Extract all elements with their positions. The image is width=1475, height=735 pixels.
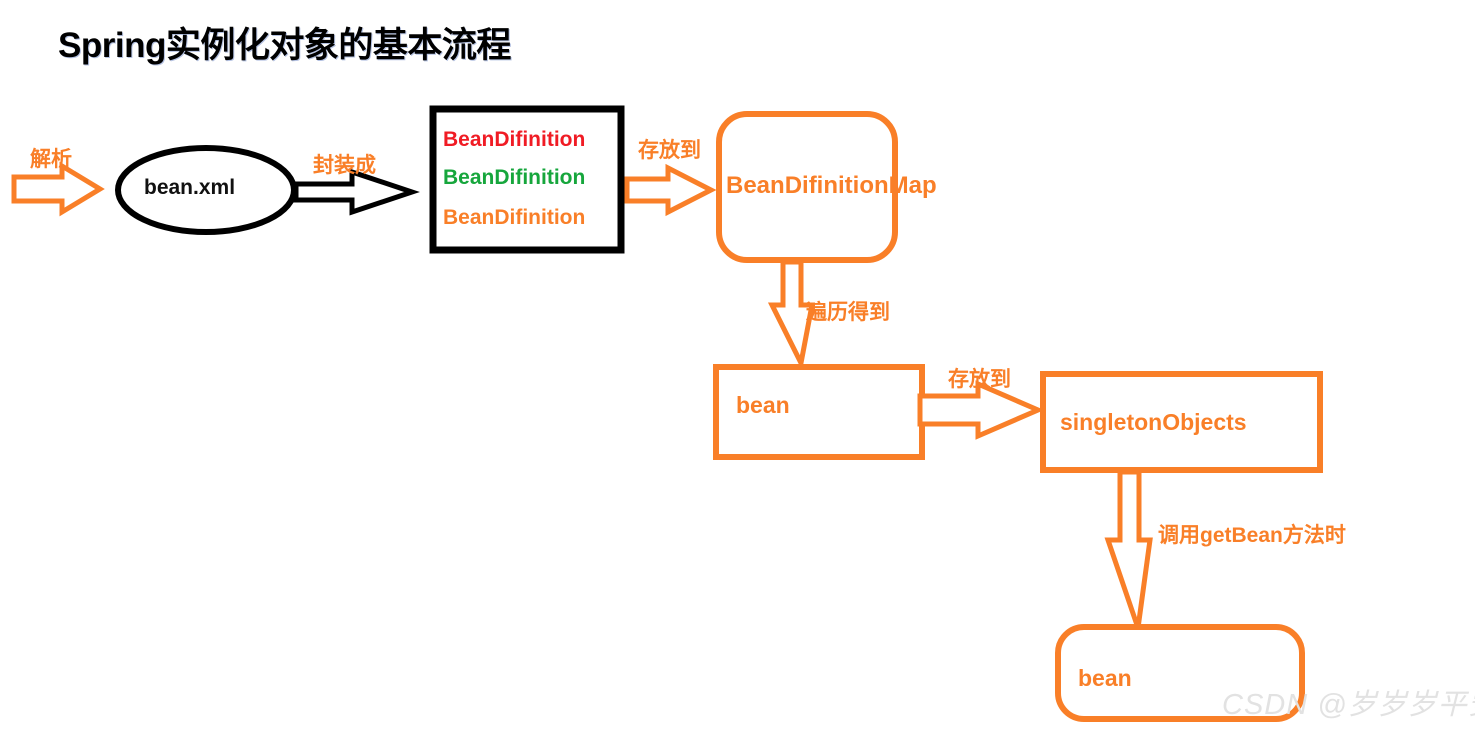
csdn-watermark: CSDN @岁岁岁平安 <box>1222 689 1475 721</box>
page-title: Spring实例化对象的基本流程 <box>58 26 511 65</box>
diagram-graphics <box>11 105 1323 722</box>
diagram-canvas: Spring实例化对象的基本流程 解析 bean.xml 封装成 BeanDif… <box>0 0 1475 735</box>
node-label-singleton-objects: singletonObjects <box>1060 409 1247 435</box>
definition-list-item-1: BeanDifinition <box>443 128 586 151</box>
edge-label-wrap: 封装成 <box>313 154 376 177</box>
node-label-bean-xml: bean.xml <box>144 176 236 199</box>
edge-label-store-singleton: 存放到 <box>948 368 1011 391</box>
edge-get-bean-arrow <box>1104 469 1153 629</box>
edge-store-map-arrow <box>624 163 717 217</box>
edge-label-parse: 解析 <box>30 148 72 171</box>
definition-list-item-2: BeanDifinition <box>443 166 586 189</box>
node-label-bean-instance: bean <box>736 392 790 418</box>
node-label-bean-result: bean <box>1078 665 1132 691</box>
edge-label-store-map: 存放到 <box>638 139 701 162</box>
edge-label-get-bean: 调用getBean方法时 <box>1158 524 1346 547</box>
edge-label-iterate: 遍历得到 <box>806 301 890 324</box>
node-label-definition-map: BeanDifinitionMap <box>726 172 937 199</box>
definition-list-item-3: BeanDifinition <box>443 206 586 229</box>
